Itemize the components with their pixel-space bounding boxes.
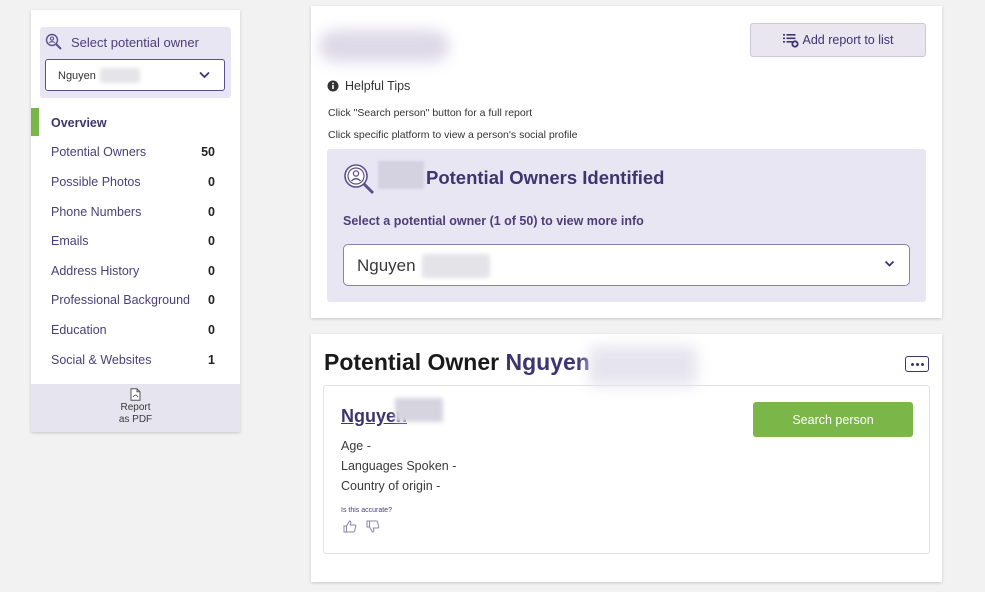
redacted-report-title	[319, 30, 449, 62]
sidebar-item-count: 1	[208, 352, 215, 367]
info-icon	[327, 80, 339, 92]
sidebar-item-label: Education	[51, 322, 107, 337]
sidebar-item-count: 0	[208, 293, 215, 308]
sidebar-item-count: 0	[208, 234, 215, 249]
report-summary-card: Add report to list Helpful Tips Click "S…	[311, 6, 942, 318]
heading-owner-name: Nguyen	[505, 349, 590, 375]
sidebar-item-education[interactable]: Education 0	[31, 315, 240, 345]
thumbs-down-icon[interactable]	[366, 520, 380, 533]
report-pdf-button[interactable]: Report as PDF	[31, 384, 240, 432]
sidebar-item-possible-photos[interactable]: Possible Photos 0	[31, 167, 240, 197]
sidebar-item-overview[interactable]: Overview	[31, 108, 240, 138]
more-dot-icon	[920, 362, 924, 366]
list-add-icon	[783, 34, 800, 48]
redacted-name-block	[378, 161, 424, 189]
more-dot-icon	[910, 362, 914, 366]
redacted-surname	[422, 254, 490, 278]
person-details-box: Nguyen Search person Age - Languages Spo…	[323, 385, 930, 554]
owner-dropdown[interactable]: Nguyen	[45, 59, 225, 91]
sidebar-nav: Overview Potential Owners 50 Possible Ph…	[31, 108, 240, 374]
heading-prefix: Potential Owner	[324, 349, 500, 375]
sidebar-item-label: Social & Websites	[51, 352, 152, 367]
person-search-icon	[344, 164, 375, 195]
owner-selector-box: Select potential owner Nguyen	[40, 27, 231, 98]
sidebar-item-phone-numbers[interactable]: Phone Numbers 0	[31, 197, 240, 227]
more-options-button[interactable]	[905, 356, 929, 372]
sidebar-item-emails[interactable]: Emails 0	[31, 226, 240, 256]
sidebar-item-count: 50	[201, 145, 215, 160]
redacted-heading-surname	[589, 346, 697, 386]
pdf-label-line2: as PDF	[118, 414, 153, 425]
sidebar-item-label: Possible Photos	[51, 174, 141, 189]
sidebar-item-label: Emails	[51, 234, 89, 249]
sidebar-item-label: Professional Background	[51, 293, 190, 308]
thumbs-up-icon[interactable]	[343, 520, 357, 533]
tip-platform-profile: Click specific platform to view a person…	[328, 129, 578, 141]
helpful-tips-header: Helpful Tips	[327, 79, 410, 93]
potential-owners-title: Potential Owners Identified	[426, 167, 665, 188]
accuracy-question: Is this accurate?	[341, 507, 392, 514]
chevron-down-icon	[199, 71, 210, 79]
add-report-label: Add report to list	[802, 33, 894, 47]
more-dot-icon	[915, 362, 919, 366]
potential-owner-dropdown-value: Nguyen	[357, 256, 416, 275]
potential-owner-card: Potential Owner Nguyen Nguyen Search per…	[311, 334, 942, 582]
languages-field: Languages Spoken -	[341, 459, 457, 473]
sidebar-item-potential-owners[interactable]: Potential Owners 50	[31, 138, 240, 168]
sidebar-item-count: 0	[208, 263, 215, 278]
owner-search-icon-wrap	[342, 162, 376, 201]
sidebar-item-label: Potential Owners	[51, 145, 147, 160]
helpful-tips-title: Helpful Tips	[345, 79, 411, 93]
age-field: Age -	[341, 439, 371, 453]
sidebar-item-professional-background[interactable]: Professional Background 0	[31, 286, 240, 316]
sidebar-item-count: 0	[208, 322, 215, 337]
potential-owners-panel: Potential Owners Identified Select a pot…	[327, 149, 926, 302]
pdf-file-icon	[130, 388, 141, 401]
pdf-label-line1: Report	[120, 402, 151, 413]
sidebar-item-count: 0	[208, 204, 215, 219]
sidebar-item-label: Phone Numbers	[51, 204, 142, 219]
owner-dropdown-value: Nguyen	[58, 70, 96, 82]
sidebar-item-label: Overview	[51, 115, 107, 130]
potential-owners-subtitle: Select a potential owner (1 of 50) to vi…	[343, 214, 644, 228]
sidebar-item-count: 0	[208, 174, 215, 189]
select-owner-label: Select potential owner	[71, 34, 199, 50]
tip-search-person: Click "Search person" button for a full …	[328, 107, 533, 119]
accuracy-feedback	[343, 520, 380, 533]
chevron-down-icon	[884, 260, 895, 267]
person-search-icon	[45, 33, 62, 50]
add-report-to-list-button[interactable]: Add report to list	[750, 23, 926, 57]
sidebar-item-address-history[interactable]: Address History 0	[31, 256, 240, 286]
country-field: Country of origin -	[341, 479, 441, 493]
search-person-button[interactable]: Search person	[753, 402, 913, 437]
sidebar-item-label: Address History	[51, 263, 140, 278]
potential-owner-heading: Potential Owner Nguyen	[324, 349, 590, 376]
sidebar-item-social-websites[interactable]: Social & Websites 1	[31, 345, 240, 375]
potential-owner-dropdown[interactable]: Nguyen	[343, 244, 910, 286]
sidebar: Select potential owner Nguyen Overview P…	[31, 10, 240, 432]
redacted-person-surname	[395, 398, 443, 422]
select-owner-header: Select potential owner	[45, 33, 199, 51]
redacted-surname	[100, 68, 140, 83]
